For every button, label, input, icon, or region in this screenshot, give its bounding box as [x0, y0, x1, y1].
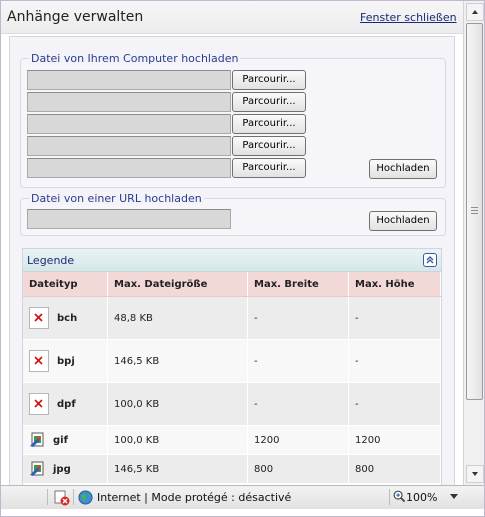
max-height-cell: 1200 [348, 425, 441, 455]
missing-image-icon [29, 350, 49, 372]
local-upload-fieldset: Datei von Ihrem Computer hochladen Parco… [20, 52, 446, 188]
file-input-2[interactable] [27, 92, 231, 112]
close-window-link[interactable]: Fenster schließen [360, 11, 457, 24]
browse-button-5[interactable]: Parcourir... [232, 158, 306, 178]
max-height-cell: - [348, 339, 441, 383]
type-cell: bpj [23, 339, 108, 383]
dialog-content: Datei von Ihrem Computer hochladen Parco… [9, 36, 455, 486]
title-bar: Anhänge verwalten Fenster schließen [1, 1, 463, 34]
scroll-down-button[interactable] [466, 465, 484, 483]
table-row: bch 48,8 KB - - [23, 296, 441, 340]
upload-local-button[interactable]: Hochladen [369, 159, 437, 179]
url-upload-fieldset: Datei von einer URL hochladen Hochladen [20, 192, 446, 236]
zoom-level[interactable]: 100% [406, 491, 437, 504]
max-height-cell: - [348, 382, 441, 426]
max-width-cell: 1200 [247, 425, 349, 455]
browse-button-4[interactable]: Parcourir... [232, 136, 306, 156]
window-title: Anhänge verwalten [7, 9, 144, 25]
max-size-cell: 100,0 KB [107, 382, 248, 426]
type-cell: jpg [23, 454, 108, 484]
missing-image-icon [29, 307, 49, 329]
chevron-down-icon[interactable] [450, 494, 458, 500]
max-size-cell: 48,8 KB [107, 296, 248, 340]
max-height-cell: - [348, 296, 441, 340]
file-input-1[interactable] [27, 70, 231, 90]
column-header-height: Max. Höhe [348, 272, 441, 297]
max-height-cell: 800 [348, 454, 441, 484]
table-row: gif 100,0 KB 1200 1200 [23, 425, 441, 455]
bottom-edge [1, 509, 484, 516]
image-file-icon [30, 461, 44, 476]
missing-image-icon [29, 393, 49, 415]
file-input-4[interactable] [27, 136, 231, 156]
url-upload-legend: Datei von einer URL hochladen [29, 192, 204, 205]
browse-button-2[interactable]: Parcourir... [232, 92, 306, 112]
upload-url-button[interactable]: Hochladen [369, 211, 437, 231]
type-cell: gif [23, 425, 108, 455]
type-cell: dpf [23, 382, 108, 426]
max-width-cell: 800 [247, 454, 349, 484]
max-width-cell: - [247, 339, 349, 383]
table-row: dpf 100,0 KB - - [23, 382, 441, 426]
table-header-row: Dateityp Max. Dateigröße Max. Breite Max… [23, 272, 441, 297]
file-input-3[interactable] [27, 114, 231, 134]
zoom-icon[interactable] [393, 490, 406, 503]
file-type-label: gif [53, 434, 68, 446]
local-upload-legend: Datei von Ihrem Computer hochladen [29, 52, 241, 65]
legend-title: Legende [27, 254, 75, 267]
double-chevron-up-icon [426, 256, 434, 264]
type-cell: bch [23, 296, 108, 340]
max-width-cell: - [247, 382, 349, 426]
scroll-up-button[interactable] [466, 3, 484, 21]
vertical-scrollbar[interactable] [463, 1, 484, 485]
arrow-down-icon [472, 472, 478, 476]
max-width-cell: - [247, 296, 349, 340]
column-header-size: Max. Dateigröße [107, 272, 248, 297]
file-type-label: dpf [57, 398, 76, 410]
browse-button-1[interactable]: Parcourir... [232, 70, 306, 90]
collapse-legend-button[interactable] [423, 253, 437, 267]
file-type-label: bch [57, 312, 78, 324]
column-header-type: Dateityp [23, 272, 108, 297]
max-size-cell: 100,0 KB [107, 425, 248, 455]
file-type-label: bpj [57, 355, 75, 367]
max-size-cell: 146,5 KB [107, 339, 248, 383]
status-bar: Internet | Mode protégé : désactivé 100% [1, 485, 484, 509]
blocked-page-icon[interactable] [54, 490, 70, 506]
table-row: jpg 146,5 KB 800 800 [23, 454, 441, 484]
attachments-window: Anhänge verwalten Fenster schließen Date… [0, 0, 485, 517]
url-input[interactable] [27, 209, 231, 229]
file-type-table: Dateityp Max. Dateigröße Max. Breite Max… [23, 272, 441, 484]
column-header-width: Max. Breite [247, 272, 349, 297]
arrow-up-icon [472, 10, 478, 14]
security-zone-text: Internet | Mode protégé : désactivé [97, 491, 292, 504]
legend-header: Legende [23, 249, 441, 272]
file-type-label: jpg [53, 463, 71, 475]
globe-icon [78, 490, 93, 505]
table-row: bpj 146,5 KB - - [23, 339, 441, 383]
scrollbar-thumb[interactable] [466, 23, 483, 400]
max-size-cell: 146,5 KB [107, 454, 248, 484]
legend-panel: Legende Dateityp Max. Dateigröße Max. Br… [22, 248, 442, 485]
browse-button-3[interactable]: Parcourir... [232, 114, 306, 134]
file-input-5[interactable] [27, 158, 231, 178]
image-file-icon [30, 432, 44, 447]
